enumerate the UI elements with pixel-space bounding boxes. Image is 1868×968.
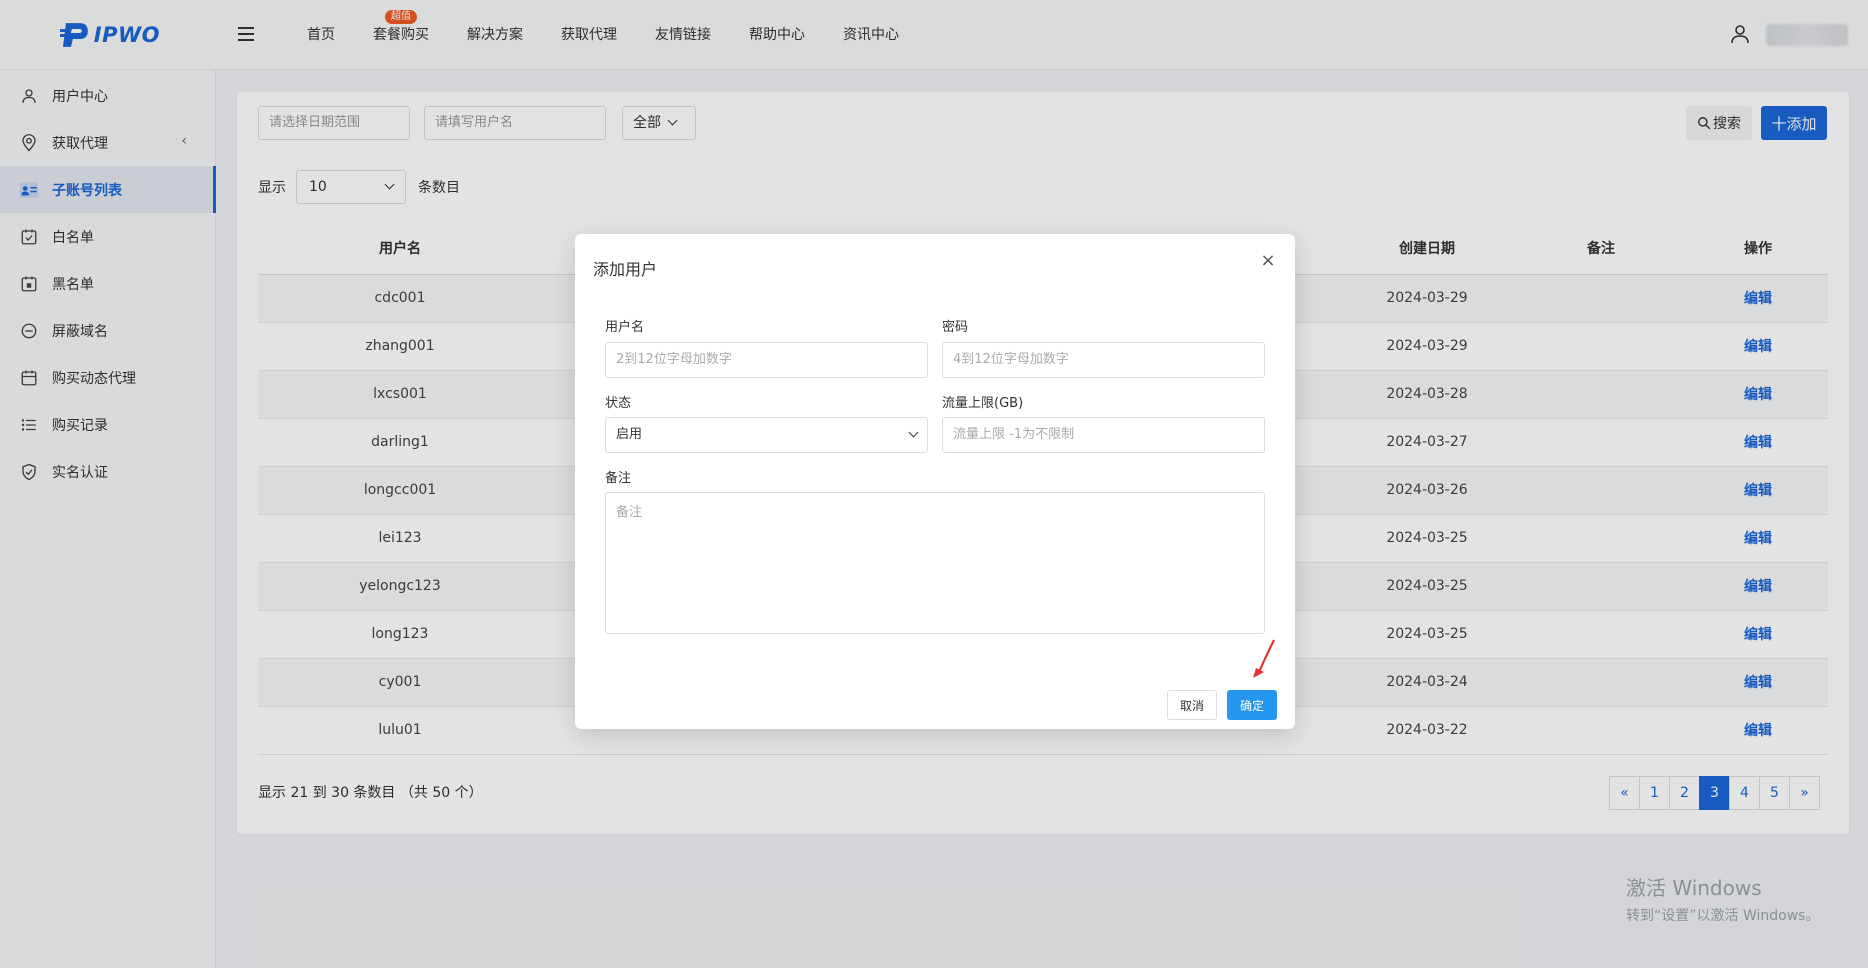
confirm-button[interactable]: 确定 bbox=[1227, 690, 1277, 720]
status-value: 启用 bbox=[616, 427, 643, 442]
chevron-down-icon bbox=[908, 427, 919, 437]
status-select[interactable]: 启用 bbox=[605, 417, 928, 453]
remark-textarea[interactable]: 备注 bbox=[605, 492, 1265, 634]
username-label: 用户名 bbox=[605, 320, 645, 335]
quota-label: 流量上限(GB) bbox=[942, 396, 1024, 411]
status-label: 状态 bbox=[605, 396, 632, 411]
quota-input[interactable]: 流量上限 -1为不限制 bbox=[942, 417, 1265, 453]
red-arrow-annotation-icon bbox=[1253, 639, 1275, 678]
remark-label: 备注 bbox=[605, 471, 632, 486]
username-input[interactable]: 2到12位字母加数字 bbox=[605, 342, 928, 378]
password-label: 密码 bbox=[942, 320, 969, 335]
password-input[interactable]: 4到12位字母加数字 bbox=[942, 342, 1265, 378]
close-icon[interactable]: × bbox=[1259, 252, 1277, 270]
dialog-title: 添加用户 bbox=[593, 260, 658, 279]
add-user-dialog: 添加用户 × 用户名 2到12位字母加数字 密码 4到12位字母加数字 状态 启… bbox=[575, 234, 1295, 729]
cancel-button[interactable]: 取消 bbox=[1167, 690, 1217, 720]
